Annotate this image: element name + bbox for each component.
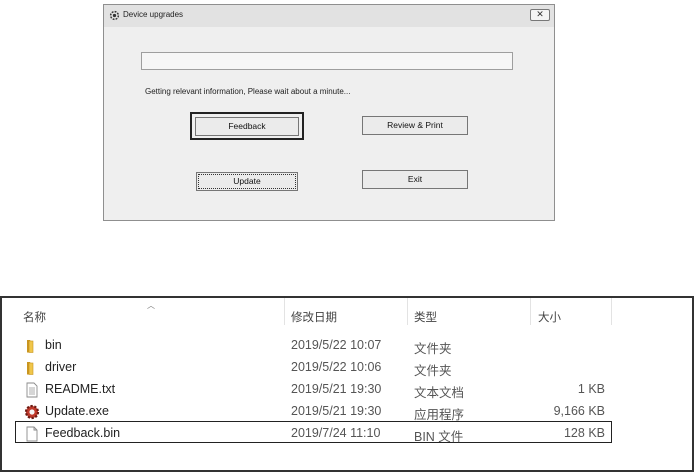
device-upgrades-dialog: Device upgrades ✕ Getting relevant infor… — [103, 4, 555, 221]
review-print-button[interactable]: Review & Print — [362, 116, 468, 135]
folder-icon — [27, 340, 34, 353]
column-header-type[interactable]: 类型 — [414, 309, 437, 325]
folder-icon — [27, 362, 34, 375]
file-name: Update.exe — [45, 404, 109, 418]
column-divider[interactable] — [284, 298, 285, 325]
file-type: 文件夹 — [414, 364, 452, 378]
file-size: 1 KB — [577, 382, 605, 396]
column-header-date[interactable]: 修改日期 — [291, 309, 337, 325]
file-row[interactable]: Feedback.bin 2019/7/24 11:10 BIN 文件 128 … — [2, 423, 692, 444]
file-row[interactable]: driver 2019/5/22 10:06 文件夹 — [2, 357, 692, 378]
dialog-titlebar[interactable]: Device upgrades ✕ — [104, 5, 554, 28]
dialog-title: Device upgrades — [123, 10, 184, 19]
file-date: 2019/5/21 19:30 — [291, 382, 382, 396]
dialog-client-area: Getting relevant information, Please wai… — [104, 27, 554, 220]
file-name: driver — [45, 360, 77, 374]
file-size: 9,166 KB — [553, 404, 605, 418]
file-type: 文件夹 — [414, 342, 452, 356]
column-divider[interactable] — [530, 298, 531, 325]
gear-icon — [109, 10, 120, 21]
file-date: 2019/5/22 10:06 — [291, 360, 382, 374]
file-explorer-list: 名称 ︿ 修改日期 类型 大小 bin 2019/5/22 10:07 文件夹 … — [0, 296, 694, 472]
file-date: 2019/5/21 19:30 — [291, 404, 382, 418]
feedback-button[interactable]: Feedback — [195, 117, 299, 136]
file-type: BIN 文件 — [414, 430, 464, 444]
gear-app-icon — [24, 404, 40, 420]
progress-bar — [141, 52, 513, 70]
file-name: Feedback.bin — [45, 426, 121, 440]
file-row[interactable]: Update.exe 2019/5/21 19:30 应用程序 9,166 KB — [2, 401, 692, 422]
column-header-size[interactable]: 大小 — [538, 309, 561, 325]
file-name: bin — [45, 338, 62, 352]
file-row[interactable]: README.txt 2019/5/21 19:30 文本文档 1 KB — [2, 379, 692, 400]
close-button[interactable]: ✕ — [530, 9, 550, 21]
text-file-icon — [26, 382, 38, 398]
column-divider[interactable] — [407, 298, 408, 325]
column-header-name[interactable]: 名称 — [23, 309, 46, 325]
file-date: 2019/5/22 10:07 — [291, 338, 382, 352]
file-type: 文本文档 — [414, 386, 465, 400]
column-header-row: 名称 ︿ 修改日期 类型 大小 — [2, 298, 692, 330]
update-button[interactable]: Update — [196, 172, 298, 191]
exit-button[interactable]: Exit — [362, 170, 468, 189]
file-row[interactable]: bin 2019/5/22 10:07 文件夹 — [2, 335, 692, 356]
file-name: README.txt — [45, 382, 116, 396]
blank-file-icon — [26, 426, 38, 442]
status-text: Getting relevant information, Please wai… — [145, 87, 351, 96]
sort-up-icon: ︿ — [147, 301, 155, 310]
column-divider[interactable] — [611, 298, 612, 325]
file-date: 2019/7/24 11:10 — [291, 426, 381, 440]
close-icon: ✕ — [536, 9, 544, 19]
file-size: 128 KB — [563, 426, 605, 440]
